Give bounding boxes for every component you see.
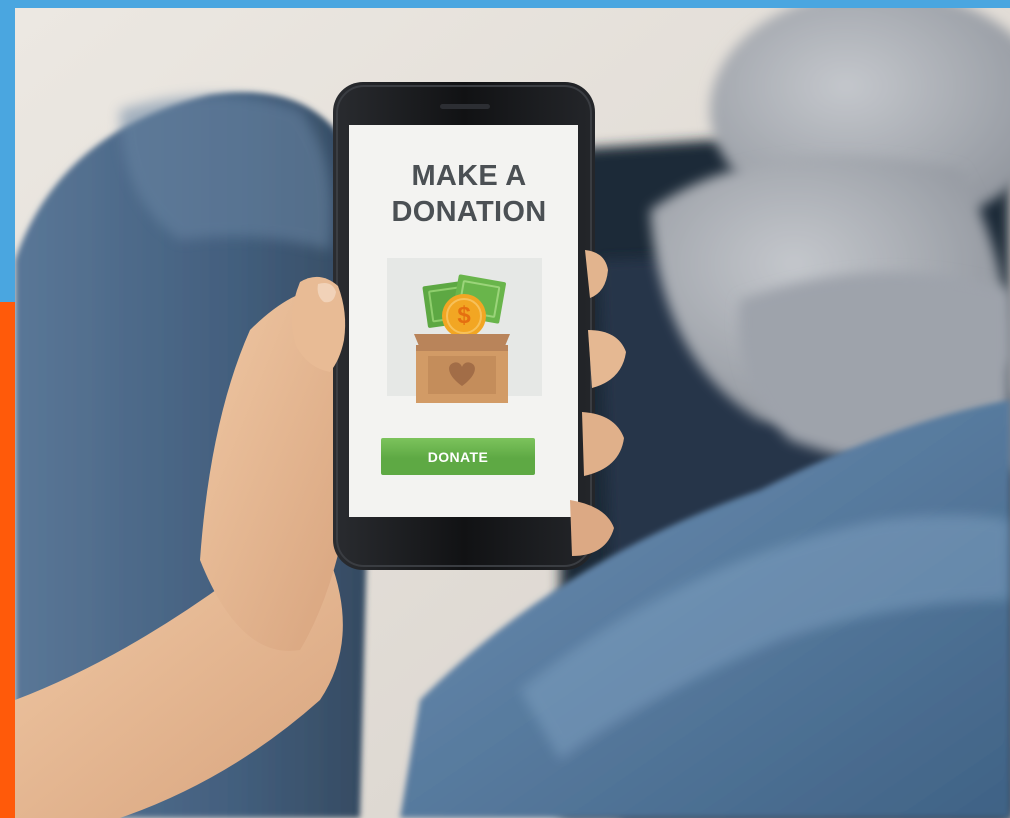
screen-title-line1: MAKE A (411, 160, 527, 192)
frame-left-orange-strip (0, 302, 15, 818)
frame-top-blue-strip (0, 0, 1010, 8)
photo-background (15, 8, 1010, 818)
donation-box-icon (414, 334, 510, 403)
scene-svg (15, 8, 1010, 818)
dollar-sign: $ (457, 302, 471, 329)
screen-title: MAKE A DONATION (349, 158, 589, 230)
speaker-slot (440, 104, 490, 109)
frame-left-blue-strip (0, 0, 15, 302)
screen-title-line2: DONATION (391, 196, 547, 228)
donation-photo: MAKE A DONATION $ DONATE (0, 0, 1010, 818)
donate-button[interactable]: DONATE (381, 438, 535, 475)
